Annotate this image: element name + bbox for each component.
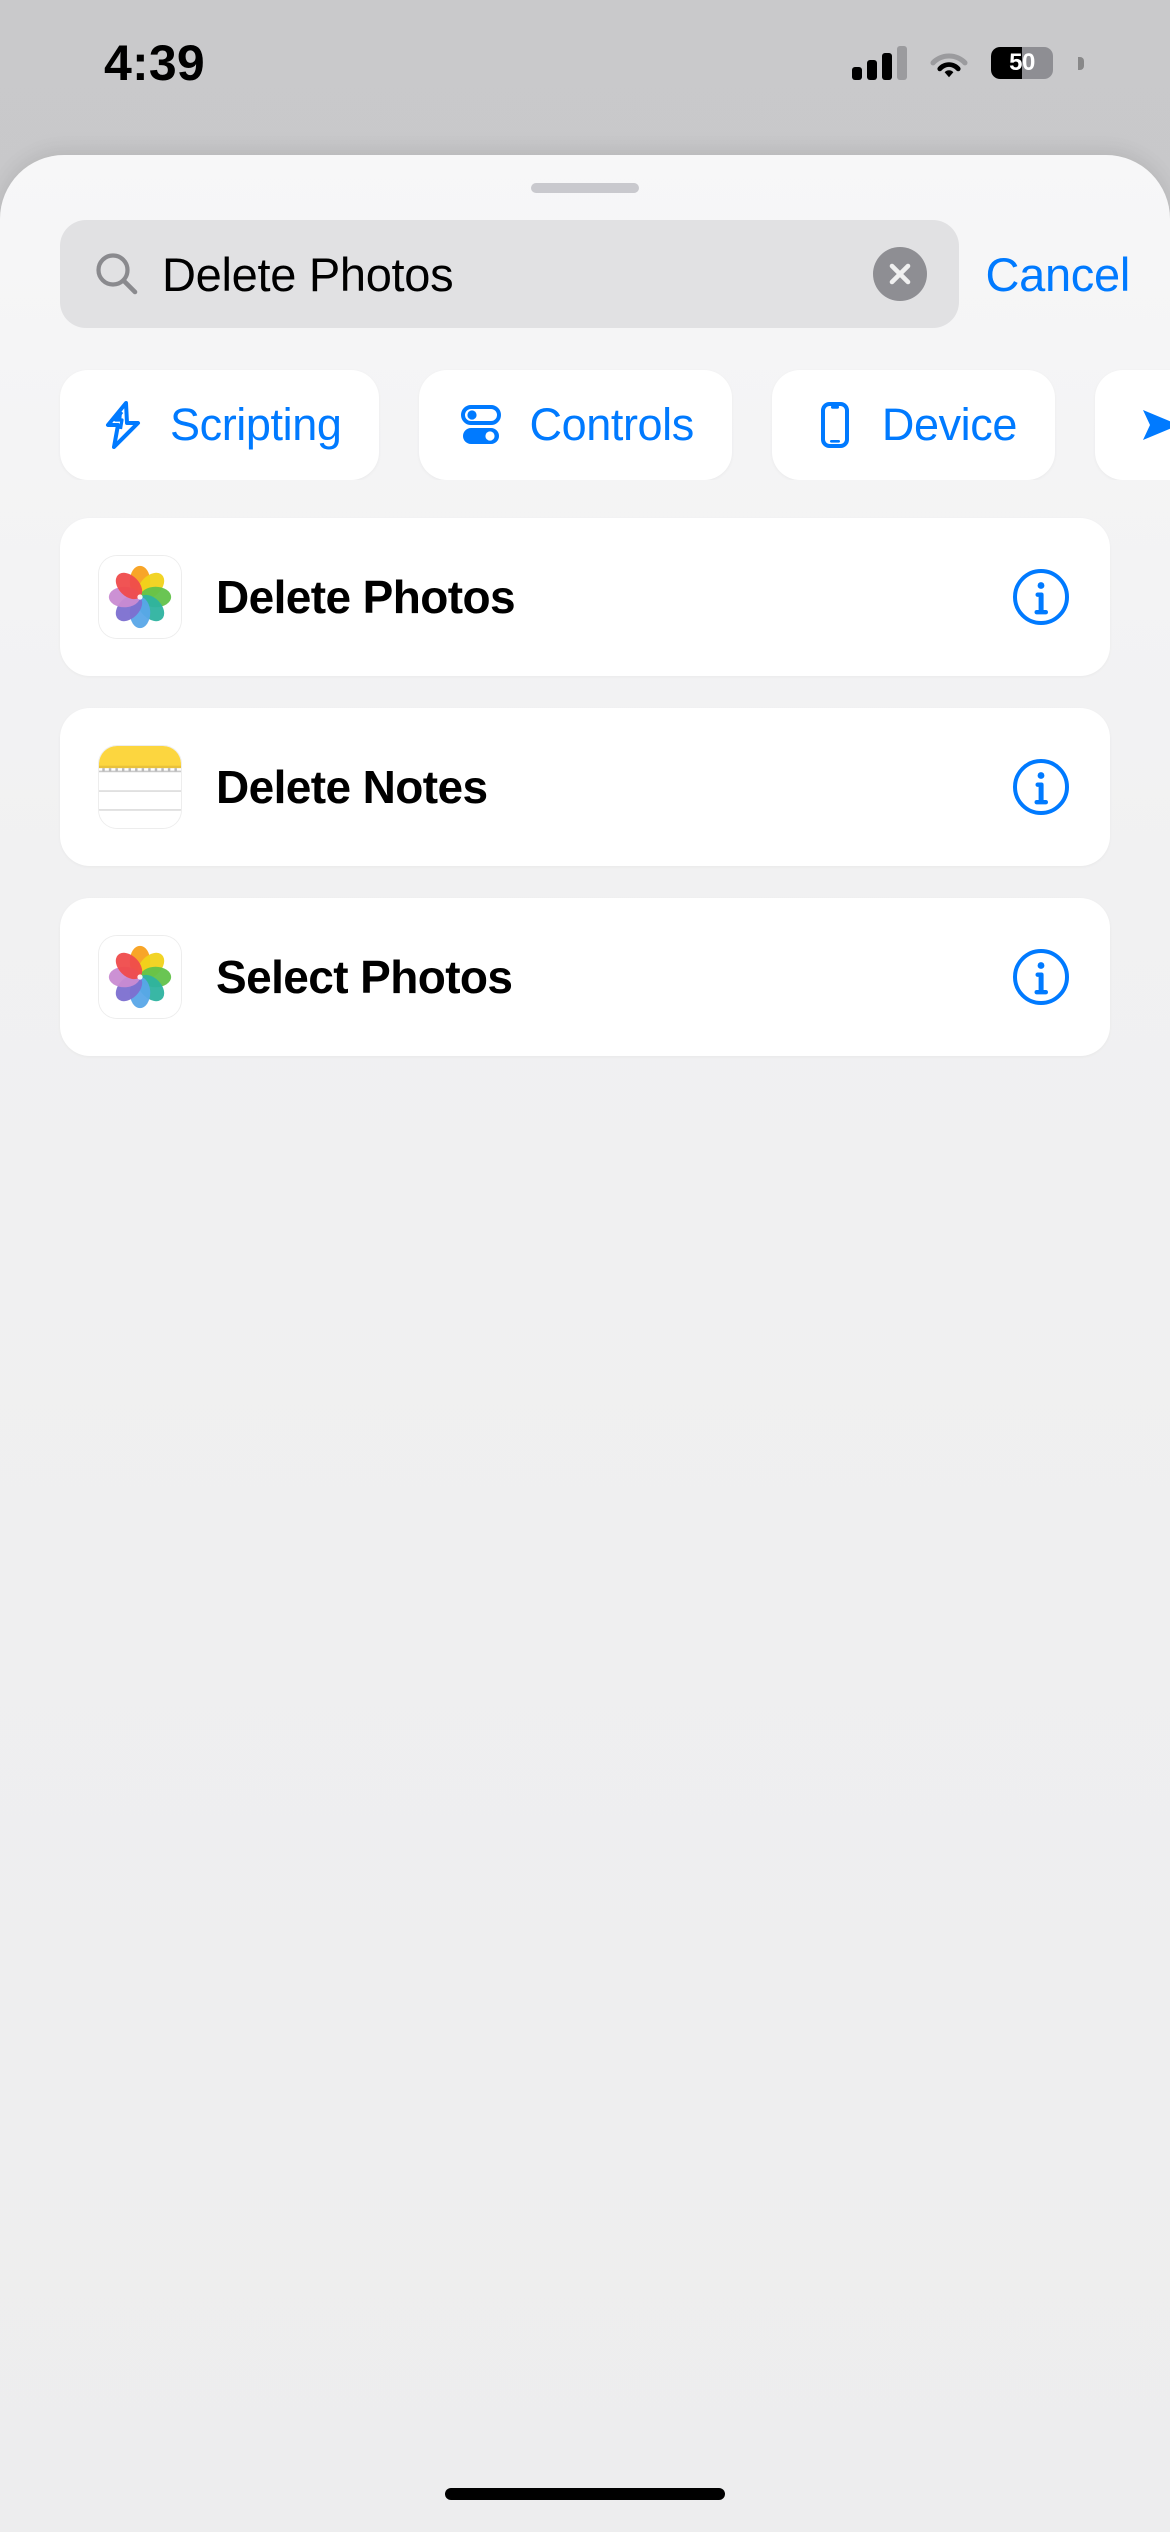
filter-chip-controls[interactable]: Controls	[419, 370, 732, 480]
status-bar-time: 4:39	[104, 35, 205, 91]
filter-chip-scripting[interactable]: Scripting	[60, 370, 380, 480]
info-circle-icon[interactable]	[1010, 566, 1072, 628]
status-bar: 4:39 50	[0, 0, 1170, 112]
filter-chip-label: Scripting	[170, 399, 342, 450]
search-bar-row: Delete Photos Cancel	[0, 193, 1170, 328]
battery-icon: 50	[991, 47, 1053, 79]
cellular-bars-icon	[852, 46, 907, 80]
filter-chip-label: Device	[881, 399, 1018, 450]
battery-terminal	[1078, 56, 1084, 70]
search-input-value[interactable]: Delete Photos	[162, 247, 851, 302]
photos-app-icon	[98, 555, 182, 639]
filter-chip-sharing[interactable]	[1095, 370, 1170, 480]
photos-app-icon	[98, 935, 182, 1019]
close-icon	[890, 263, 911, 285]
search-icon	[96, 253, 138, 295]
battery-percent-label: 50	[1009, 49, 1035, 76]
result-row-delete-notes[interactable]: Delete Notes	[60, 708, 1110, 866]
filter-chip-label: Controls	[529, 399, 694, 450]
status-bar-indicators: 50	[852, 46, 1084, 80]
controls-toggles-icon	[461, 405, 502, 444]
search-results-list: Delete Photos Delete Notes Select Photos	[0, 480, 1170, 1056]
result-title: Delete Notes	[216, 761, 488, 813]
info-circle-icon[interactable]	[1010, 946, 1072, 1008]
filter-chips-scroller[interactable]: Scripting Controls Device	[0, 328, 1170, 480]
cancel-button[interactable]: Cancel	[979, 247, 1130, 302]
search-input[interactable]: Delete Photos	[60, 220, 960, 328]
result-row-select-photos[interactable]: Select Photos	[60, 898, 1110, 1056]
result-title: Delete Photos	[216, 571, 516, 623]
home-indicator[interactable]	[445, 2488, 725, 2500]
filter-chip-device[interactable]: Device	[771, 370, 1056, 480]
notes-app-icon	[98, 745, 182, 829]
search-sheet: Delete Photos Cancel Scripting Controls …	[0, 155, 1170, 2532]
sharing-arrow-icon	[1143, 410, 1170, 440]
info-circle-icon[interactable]	[1010, 756, 1072, 818]
sheet-grabber[interactable]	[531, 183, 639, 193]
clear-search-button[interactable]	[873, 247, 928, 301]
result-row-delete-photos[interactable]: Delete Photos	[60, 518, 1110, 676]
wifi-icon	[929, 48, 969, 78]
result-title: Select Photos	[216, 951, 513, 1003]
scripting-icon	[106, 401, 140, 449]
device-phone-icon	[820, 402, 849, 448]
